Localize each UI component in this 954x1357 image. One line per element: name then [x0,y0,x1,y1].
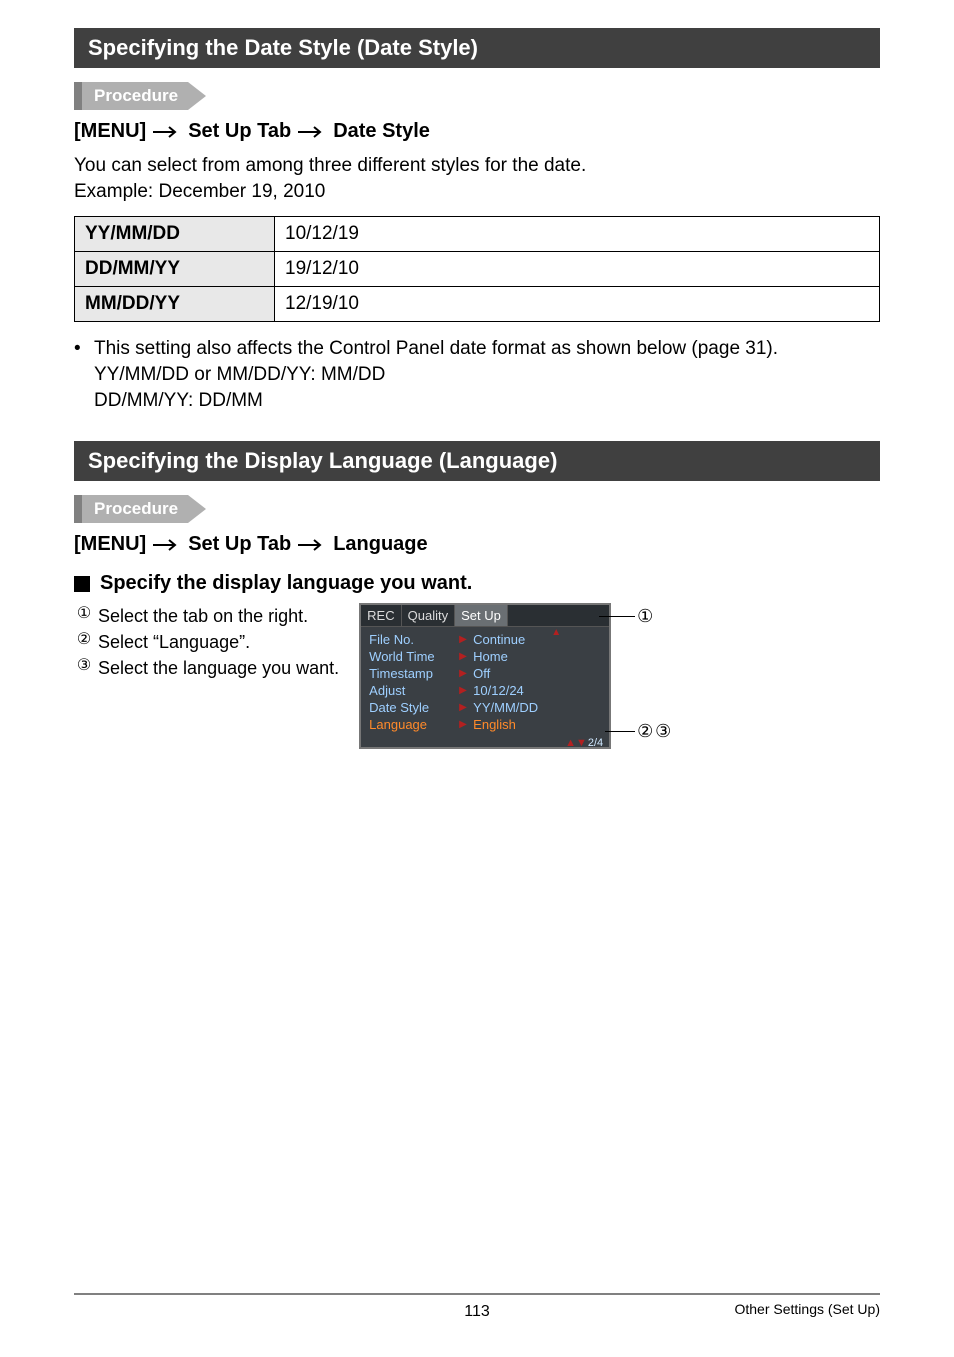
nav-date-style: Date Style [333,120,430,143]
note-line1: This setting also affects the Control Pa… [94,338,778,359]
ex-cell: 10/12/19 [275,217,880,252]
triangle-icon: ▶ [459,702,467,713]
page-footer: 113 Other Settings (Set Up) [74,1293,880,1317]
triangle-icon: ▶ [459,685,467,696]
camera-screen: REC Quality Set Up ▲ File No. ▶ Continue… [359,603,611,749]
arrow-icon [152,125,182,139]
triangle-icon: ▶ [459,719,467,730]
section-title-date-style: Specifying the Date Style (Date Style) [74,28,880,68]
camera-row-label: Date Style [369,700,453,715]
camera-row-label: Adjust [369,683,453,698]
camera-menu-row[interactable]: Timestamp ▶ Off [369,665,601,682]
camera-row-label: Timestamp [369,666,453,681]
camera-tab-setup[interactable]: Set Up [455,605,508,626]
table-row: DD/MM/YY 19/12/10 [75,252,880,287]
camera-row-label: File No. [369,632,453,647]
step-number-icon: ① [74,603,94,623]
note-line3: DD/MM/YY: DD/MM [94,390,263,411]
date-style-intro: You can select from among three differen… [74,153,880,204]
procedure-tag-row: Procedure [74,82,880,110]
camera-row-label: World Time [369,649,453,664]
section-title-language: Specifying the Display Language (Languag… [74,441,880,481]
nav-path-date-style: [MENU] Set Up Tab Date Style [74,120,880,143]
camera-menu-row[interactable]: World Time ▶ Home [369,648,601,665]
procedure-mark [74,495,82,523]
note-line2: YY/MM/DD or MM/DD/YY: MM/DD [94,364,385,385]
camera-row-value: English [473,717,516,732]
nav-setup-tab: Set Up Tab [188,533,291,556]
callout-1: ① [637,606,653,627]
camera-tab-quality[interactable]: Quality [402,605,455,626]
camera-menu-row-selected[interactable]: Language ▶ English [369,716,601,733]
callout-2: ② [637,721,653,742]
arrow-icon [152,538,182,552]
step-text: Select the language you want. [98,655,339,681]
camera-row-value: YY/MM/DD [473,700,538,715]
arrow-icon [297,538,327,552]
camera-menu-row[interactable]: File No. ▶ Continue [369,631,601,648]
procedure-mark [74,82,82,110]
nav-menu: [MENU] [74,533,146,556]
subhead-text: Specify the display language you want. [100,572,472,595]
camera-screenshot: REC Quality Set Up ▲ File No. ▶ Continue… [359,603,659,749]
triangle-icon: ▶ [459,634,467,645]
step-number-icon: ③ [74,655,94,675]
camera-tab-rec[interactable]: REC [361,605,401,626]
camera-row-label: Language [369,717,453,732]
camera-row-value: Home [473,649,508,664]
table-row: YY/MM/DD 10/12/19 [75,217,880,252]
camera-tabs: REC Quality Set Up [361,605,609,627]
triangle-icon: ▶ [459,651,467,662]
callout-3: ③ [655,721,671,742]
page-number: 113 [74,1303,880,1321]
step-row: ② Select “Language”. [74,629,339,655]
triangle-icon: ▶ [459,668,467,679]
step-text: Select the tab on the right. [98,603,308,629]
bullet-dot: • [74,336,94,413]
scroll-up-icon[interactable]: ▲ [551,627,561,638]
step-row: ③ Select the language you want. [74,655,339,681]
callout-line [599,616,635,617]
date-style-note: • This setting also affects the Control … [74,336,880,413]
ex-cell: 12/19/10 [275,287,880,322]
language-steps: ① Select the tab on the right. ② Select … [74,603,339,681]
camera-page-indicator: ▲▼2/4 [565,737,603,749]
camera-row-value: Continue [473,632,525,647]
callout-line [605,731,635,732]
table-row: MM/DD/YY 12/19/10 [75,287,880,322]
step-text: Select “Language”. [98,629,250,655]
procedure-tag-row: Procedure [74,495,880,523]
date-format-table: YY/MM/DD 10/12/19 DD/MM/YY 19/12/10 MM/D… [74,216,880,322]
camera-menu-row[interactable]: Date Style ▶ YY/MM/DD [369,699,601,716]
ex-cell: 19/12/10 [275,252,880,287]
intro-line1: You can select from among three differen… [74,155,586,176]
camera-row-value: 10/12/24 [473,683,524,698]
nav-path-language: [MENU] Set Up Tab Language [74,533,880,556]
square-bullet-icon [74,576,90,592]
nav-setup-tab: Set Up Tab [188,120,291,143]
arrow-icon [297,125,327,139]
intro-line2: Example: December 19, 2010 [74,181,325,202]
subhead-row: Specify the display language you want. [74,572,880,595]
step-row: ① Select the tab on the right. [74,603,339,629]
step-number-icon: ② [74,629,94,649]
nav-language: Language [333,533,427,556]
nav-menu: [MENU] [74,120,146,143]
procedure-tag: Procedure [82,82,188,110]
fmt-cell: DD/MM/YY [75,252,275,287]
camera-menu-body: ▲ File No. ▶ Continue World Time ▶ Home [361,627,609,747]
camera-menu-row[interactable]: Adjust ▶ 10/12/24 [369,682,601,699]
fmt-cell: MM/DD/YY [75,287,275,322]
fmt-cell: YY/MM/DD [75,217,275,252]
camera-row-value: Off [473,666,490,681]
procedure-tag: Procedure [82,495,188,523]
